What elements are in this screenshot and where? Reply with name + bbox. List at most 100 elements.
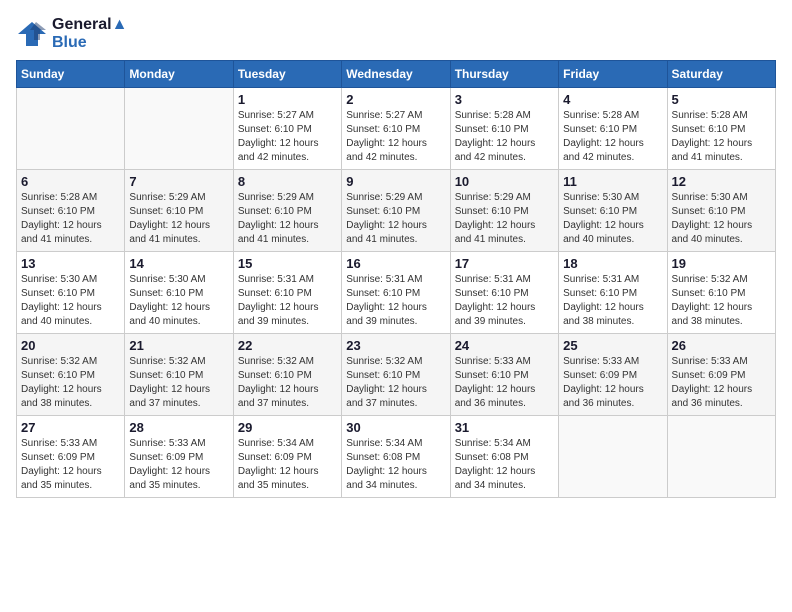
calendar-cell: 25 Sunrise: 5:33 AM Sunset: 6:09 PM Dayli…	[559, 334, 667, 416]
day-info: Sunrise: 5:28 AM Sunset: 6:10 PM Dayligh…	[563, 109, 662, 165]
day-number: 7	[129, 174, 228, 189]
day-number: 12	[672, 174, 771, 189]
day-info: Sunrise: 5:31 AM Sunset: 6:10 PM Dayligh…	[563, 273, 662, 329]
calendar-cell: 5 Sunrise: 5:28 AM Sunset: 6:10 PM Daylig…	[667, 88, 775, 170]
day-number: 9	[346, 174, 445, 189]
calendar-cell: 27 Sunrise: 5:33 AM Sunset: 6:09 PM Dayli…	[17, 416, 125, 498]
calendar-cell: 10 Sunrise: 5:29 AM Sunset: 6:10 PM Dayli…	[450, 170, 558, 252]
day-info: Sunrise: 5:33 AM Sunset: 6:09 PM Dayligh…	[672, 355, 771, 411]
calendar-cell: 23 Sunrise: 5:32 AM Sunset: 6:10 PM Dayli…	[342, 334, 450, 416]
day-number: 21	[129, 338, 228, 353]
calendar-cell: 21 Sunrise: 5:32 AM Sunset: 6:10 PM Dayli…	[125, 334, 233, 416]
calendar-cell: 20Sunrise: 5:32 AM Sunset: 6:10 PM Dayli…	[17, 334, 125, 416]
day-info: Sunrise: 5:33 AM Sunset: 6:09 PM Dayligh…	[21, 437, 120, 493]
calendar-cell	[667, 416, 775, 498]
day-info: Sunrise: 5:29 AM Sunset: 6:10 PM Dayligh…	[129, 191, 228, 247]
weekday-header-row: SundayMondayTuesdayWednesdayThursdayFrid…	[17, 61, 776, 88]
calendar-cell: 30 Sunrise: 5:34 AM Sunset: 6:08 PM Dayli…	[342, 416, 450, 498]
day-number: 17	[455, 256, 554, 271]
calendar-cell: 28Sunrise: 5:33 AM Sunset: 6:09 PM Dayli…	[125, 416, 233, 498]
day-number: 16	[346, 256, 445, 271]
day-number: 22	[238, 338, 337, 353]
logo-icon	[16, 20, 48, 48]
calendar-week-5: 27 Sunrise: 5:33 AM Sunset: 6:09 PM Dayli…	[17, 416, 776, 498]
calendar-cell: 16 Sunrise: 5:31 AM Sunset: 6:10 PM Dayli…	[342, 252, 450, 334]
weekday-header-friday: Friday	[559, 61, 667, 88]
day-info: Sunrise: 5:32 AM Sunset: 6:10 PM Dayligh…	[238, 355, 337, 411]
day-info: Sunrise: 5:34 AM Sunset: 6:08 PM Dayligh…	[346, 437, 445, 493]
day-info: Sunrise: 5:29 AM Sunset: 6:10 PM Dayligh…	[455, 191, 554, 247]
day-number: 24	[455, 338, 554, 353]
weekday-header-sunday: Sunday	[17, 61, 125, 88]
day-info: Sunrise: 5:32 AM Sunset: 6:10 PM Dayligh…	[21, 355, 120, 411]
weekday-header-tuesday: Tuesday	[233, 61, 341, 88]
calendar-cell: 6Sunrise: 5:28 AM Sunset: 6:10 PM Daylig…	[17, 170, 125, 252]
day-number: 31	[455, 420, 554, 435]
calendar-week-4: 20Sunrise: 5:32 AM Sunset: 6:10 PM Dayli…	[17, 334, 776, 416]
calendar-cell: 11 Sunrise: 5:30 AM Sunset: 6:10 PM Dayli…	[559, 170, 667, 252]
day-info: Sunrise: 5:30 AM Sunset: 6:10 PM Dayligh…	[672, 191, 771, 247]
calendar-cell: 2 Sunrise: 5:27 AM Sunset: 6:10 PM Daylig…	[342, 88, 450, 170]
day-info: Sunrise: 5:32 AM Sunset: 6:10 PM Dayligh…	[672, 273, 771, 329]
calendar-cell: 15 Sunrise: 5:31 AM Sunset: 6:10 PM Dayli…	[233, 252, 341, 334]
calendar-cell: 22 Sunrise: 5:32 AM Sunset: 6:10 PM Dayli…	[233, 334, 341, 416]
calendar-week-2: 6Sunrise: 5:28 AM Sunset: 6:10 PM Daylig…	[17, 170, 776, 252]
day-info: Sunrise: 5:31 AM Sunset: 6:10 PM Dayligh…	[238, 273, 337, 329]
day-info: Sunrise: 5:32 AM Sunset: 6:10 PM Dayligh…	[346, 355, 445, 411]
day-info: Sunrise: 5:28 AM Sunset: 6:10 PM Dayligh…	[455, 109, 554, 165]
calendar-header: SundayMondayTuesdayWednesdayThursdayFrid…	[17, 61, 776, 88]
day-number: 19	[672, 256, 771, 271]
calendar-body: 1 Sunrise: 5:27 AM Sunset: 6:10 PM Daylig…	[17, 88, 776, 498]
calendar-week-3: 13 Sunrise: 5:30 AM Sunset: 6:10 PM Dayli…	[17, 252, 776, 334]
day-info: Sunrise: 5:28 AM Sunset: 6:10 PM Dayligh…	[672, 109, 771, 165]
calendar-cell: 29 Sunrise: 5:34 AM Sunset: 6:09 PM Dayli…	[233, 416, 341, 498]
day-info: Sunrise: 5:30 AM Sunset: 6:10 PM Dayligh…	[129, 273, 228, 329]
calendar-cell: 14 Sunrise: 5:30 AM Sunset: 6:10 PM Dayli…	[125, 252, 233, 334]
calendar-cell: 13 Sunrise: 5:30 AM Sunset: 6:10 PM Dayli…	[17, 252, 125, 334]
day-number: 14	[129, 256, 228, 271]
day-info: Sunrise: 5:27 AM Sunset: 6:10 PM Dayligh…	[346, 109, 445, 165]
calendar-cell: 17Sunrise: 5:31 AM Sunset: 6:10 PM Dayli…	[450, 252, 558, 334]
day-number: 5	[672, 92, 771, 107]
day-info: Sunrise: 5:33 AM Sunset: 6:09 PM Dayligh…	[129, 437, 228, 493]
day-number: 15	[238, 256, 337, 271]
day-number: 29	[238, 420, 337, 435]
calendar-cell: 1Sunrise: 5:27 AM Sunset: 6:10 PM Daylig…	[233, 88, 341, 170]
calendar-cell: 31 Sunrise: 5:34 AM Sunset: 6:08 PM Dayli…	[450, 416, 558, 498]
day-info: Sunrise: 5:34 AM Sunset: 6:08 PM Dayligh…	[455, 437, 554, 493]
day-number: 23	[346, 338, 445, 353]
day-info: Sunrise: 5:32 AM Sunset: 6:10 PM Dayligh…	[129, 355, 228, 411]
day-info: Sunrise: 5:30 AM Sunset: 6:10 PM Dayligh…	[21, 273, 120, 329]
day-info: Sunrise: 5:34 AM Sunset: 6:09 PM Dayligh…	[238, 437, 337, 493]
day-info: Sunrise: 5:29 AM Sunset: 6:10 PM Dayligh…	[346, 191, 445, 247]
day-number: 27	[21, 420, 120, 435]
calendar-cell	[17, 88, 125, 170]
calendar-week-1: 1 Sunrise: 5:27 AM Sunset: 6:10 PM Daylig…	[17, 88, 776, 170]
day-number: 30	[346, 420, 445, 435]
calendar-cell: 26Sunrise: 5:33 AM Sunset: 6:09 PM Dayli…	[667, 334, 775, 416]
day-number: 10	[455, 174, 554, 189]
weekday-header-saturday: Saturday	[667, 61, 775, 88]
day-number: 25	[563, 338, 662, 353]
page-header: General▲ Blue	[16, 16, 776, 52]
calendar-cell: 12 Sunrise: 5:30 AM Sunset: 6:10 PM Dayli…	[667, 170, 775, 252]
calendar-cell	[125, 88, 233, 170]
day-number: 2	[346, 92, 445, 107]
day-info: Sunrise: 5:33 AM Sunset: 6:09 PM Dayligh…	[563, 355, 662, 411]
weekday-header-monday: Monday	[125, 61, 233, 88]
day-number: 11	[563, 174, 662, 189]
day-info: Sunrise: 5:31 AM Sunset: 6:10 PM Dayligh…	[346, 273, 445, 329]
calendar-cell: 19 Sunrise: 5:32 AM Sunset: 6:10 PM Dayli…	[667, 252, 775, 334]
day-number: 18	[563, 256, 662, 271]
weekday-header-thursday: Thursday	[450, 61, 558, 88]
calendar-table: SundayMondayTuesdayWednesdayThursdayFrid…	[16, 60, 776, 498]
calendar-cell	[559, 416, 667, 498]
calendar-cell: 8Sunrise: 5:29 AM Sunset: 6:10 PM Daylig…	[233, 170, 341, 252]
day-info: Sunrise: 5:30 AM Sunset: 6:10 PM Dayligh…	[563, 191, 662, 247]
logo-text: General▲ Blue	[52, 16, 127, 52]
calendar-cell: 7 Sunrise: 5:29 AM Sunset: 6:10 PM Daylig…	[125, 170, 233, 252]
day-number: 1	[238, 92, 337, 107]
day-number: 13	[21, 256, 120, 271]
day-number: 3	[455, 92, 554, 107]
calendar-cell: 3 Sunrise: 5:28 AM Sunset: 6:10 PM Daylig…	[450, 88, 558, 170]
